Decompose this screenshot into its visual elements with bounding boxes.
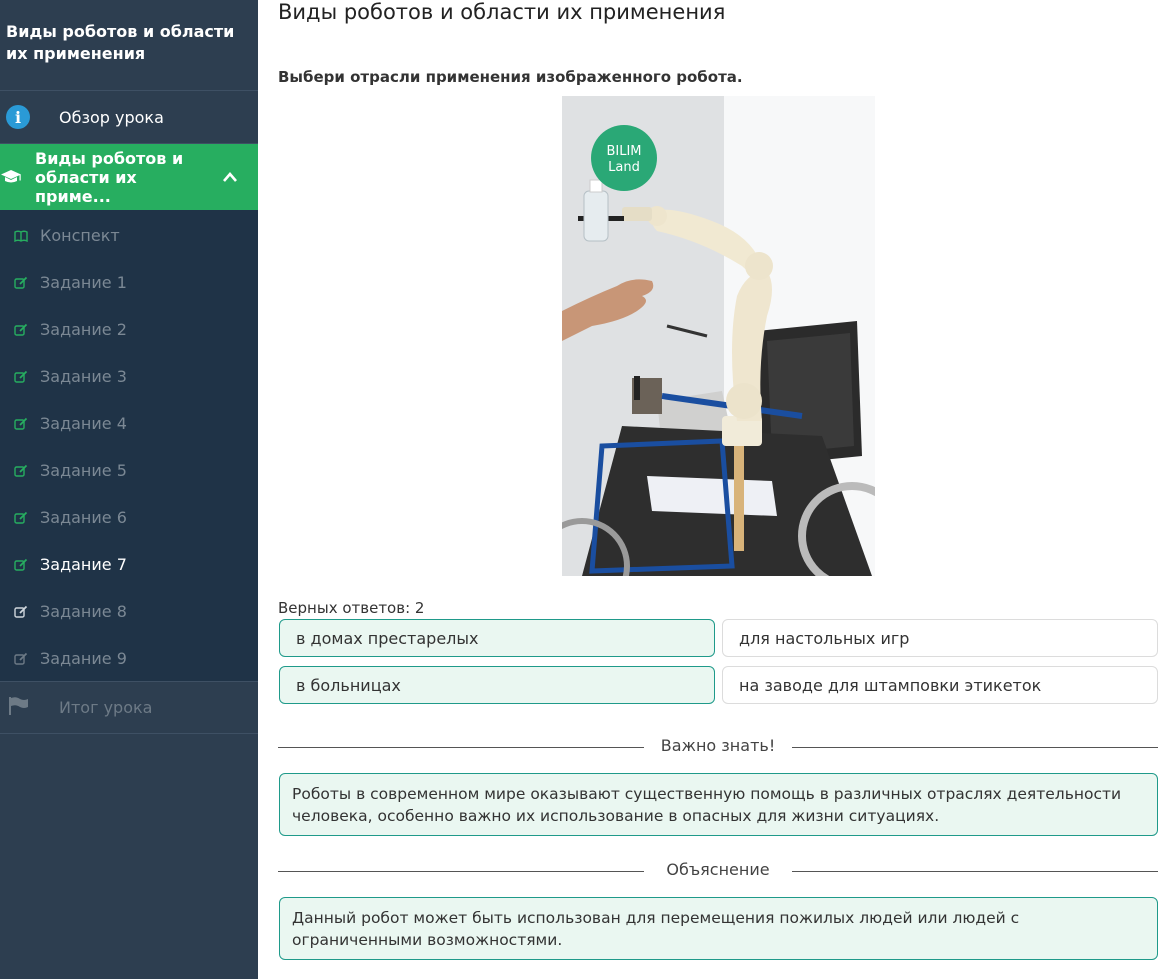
sidebar-item-task-3[interactable]: Задание 3: [0, 353, 258, 400]
sidebar-section-active[interactable]: Виды роботов и области их приме...: [0, 144, 258, 210]
sidebar-item-task-2[interactable]: Задание 2: [0, 306, 258, 353]
sidebar-sub-list: Конспект Задание 1 Задание 2 Задание 3 З…: [0, 210, 258, 682]
book-icon: [14, 228, 30, 244]
sidebar-item-label: Задание 5: [40, 461, 127, 480]
sidebar-item-task-1[interactable]: Задание 1: [0, 259, 258, 306]
sidebar-item-label: Задание 7: [40, 555, 127, 574]
sidebar-section-label: Виды роботов и области их приме...: [35, 148, 184, 206]
explanation-divider: Объяснение: [278, 860, 1158, 882]
sidebar-item-label: Задание 2: [40, 320, 127, 339]
answer-option[interactable]: для настольных игр: [722, 619, 1158, 657]
important-note: Роботы в современном мире оказывают суще…: [279, 773, 1158, 836]
sidebar-item-task-6[interactable]: Задание 6: [0, 494, 258, 541]
sidebar-item-task-9[interactable]: Задание 9: [0, 635, 258, 682]
answer-option[interactable]: в домах престарелых: [279, 619, 715, 657]
info-icon: i: [6, 105, 30, 129]
brand-logo-text: BILIM: [606, 144, 641, 159]
sidebar-item-label: Обзор урока: [59, 107, 164, 127]
sidebar-item-task-4[interactable]: Задание 4: [0, 400, 258, 447]
sidebar-item-label: Задание 8: [40, 602, 127, 621]
answer-option[interactable]: на заводе для штамповки этикеток: [722, 666, 1158, 704]
sidebar-item-label: Задание 1: [40, 273, 127, 292]
edit-icon: [14, 416, 30, 432]
question-text: Выбери отрасли применения изображенного …: [278, 68, 743, 86]
lesson-title: Виды роботов и области их применения: [0, 0, 258, 91]
answer-option[interactable]: в больницах: [279, 666, 715, 704]
edit-icon: [14, 604, 30, 620]
sidebar-item-summary[interactable]: Итог урока: [0, 682, 258, 734]
explanation-note: Данный робот может быть использован для …: [279, 897, 1158, 960]
sidebar-item-task-7[interactable]: Задание 7: [0, 541, 258, 588]
flag-icon: [7, 696, 29, 720]
edit-icon: [14, 463, 30, 479]
sidebar-item-label: Конспект: [40, 226, 120, 245]
sidebar-item-konspekt[interactable]: Конспект: [0, 212, 258, 259]
important-divider: Важно знать!: [278, 736, 1158, 758]
edit-icon: [14, 369, 30, 385]
edit-icon: [14, 557, 30, 573]
sidebar-item-label: Задание 6: [40, 508, 127, 527]
sidebar-item-task-5[interactable]: Задание 5: [0, 447, 258, 494]
page-title: Виды роботов и области их применения: [278, 0, 726, 24]
important-heading: Важно знать!: [660, 736, 776, 755]
edit-icon: [14, 275, 30, 291]
edit-icon: [14, 510, 30, 526]
explanation-heading: Объяснение: [666, 860, 770, 879]
edit-icon: [14, 651, 30, 667]
chevron-up-icon[interactable]: [222, 168, 238, 187]
sidebar-item-overview[interactable]: i Обзор урока: [0, 91, 258, 144]
sidebar-item-task-8[interactable]: Задание 8: [0, 588, 258, 635]
robot-image: BILIM Land: [534, 96, 906, 614]
brand-logo-text: Land: [608, 160, 640, 175]
sidebar-item-label: Задание 3: [40, 367, 127, 386]
sidebar-item-label: Задание 4: [40, 414, 127, 433]
sidebar-item-label: Итог урока: [59, 698, 153, 717]
edit-icon: [14, 322, 30, 338]
graduation-cap-icon: [0, 169, 22, 185]
sidebar-item-label: Задание 9: [40, 649, 127, 668]
sidebar: Виды роботов и области их применения i О…: [0, 0, 258, 979]
correct-answers-count: Верных ответов: 2: [278, 599, 425, 617]
